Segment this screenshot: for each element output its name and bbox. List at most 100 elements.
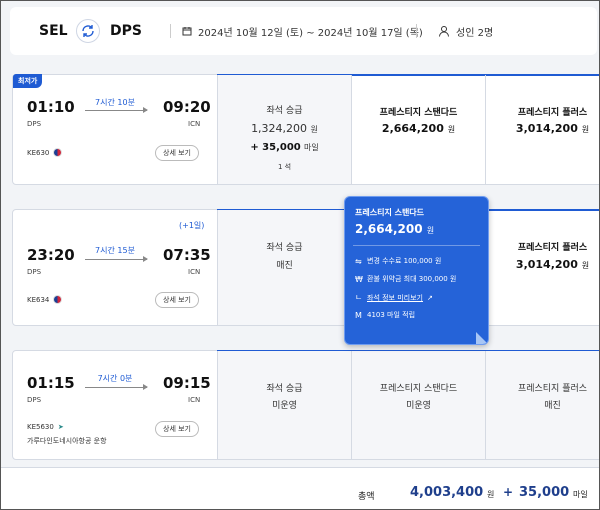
fare-class: 프레스티지 플러스: [517, 108, 588, 118]
fare-price: 3,014,200 원: [486, 258, 599, 271]
passenger-text: 성인 2명: [456, 27, 494, 39]
total-label: 총액: [358, 492, 375, 502]
flight-card: 01:15 DPS 7시간 0분 09:15 ICN KE5630 ➤ 가루다인…: [12, 350, 599, 460]
flight-duration: 7시간 0분: [97, 374, 133, 383]
fare-status: 매진: [544, 401, 561, 411]
swap-icon[interactable]: [76, 19, 100, 43]
fare-cell-upgrade[interactable]: 좌석 승급 매진: [217, 210, 351, 325]
divider: [170, 24, 171, 38]
corner-fold: [476, 332, 488, 344]
seat-info-link[interactable]: 좌석 정보 미리보기: [367, 293, 423, 303]
popover-price: 2,664,200 원: [355, 222, 434, 236]
detail-button[interactable]: 상세 보기: [155, 421, 199, 437]
change-fee-text: 변경 수수료 100,000 원: [367, 257, 442, 265]
departure-time: 23:20: [27, 246, 75, 264]
divider: [416, 24, 417, 38]
search-summary-header: SEL DPS 2024년 10월 12일 (토) ~ 2024년 10월 17…: [10, 7, 597, 55]
fare-price: 2,664,200 원: [352, 122, 485, 135]
fare-class: 프레스티지 스탠다드: [379, 384, 458, 394]
total-miles: 35,000: [519, 485, 570, 500]
operated-by: 가루다인도네시아항공 운항: [27, 437, 107, 445]
fare-class: 프레스티지 스탠다드: [379, 108, 458, 118]
change-fee: ⇋ 변경 수수료 100,000 원: [355, 256, 441, 266]
external-link-icon: ↗: [426, 293, 433, 302]
person-icon: [438, 25, 450, 37]
korean-air-logo-icon: [53, 295, 63, 304]
refund-fee-text: 환불 위약금 최대 300,000 원: [367, 275, 457, 283]
divider: [353, 245, 480, 246]
flight-card: (+1일) 23:20 DPS 7시간 15분 07:35 ICN KE634 …: [12, 209, 599, 326]
seats-left: 1 석: [277, 163, 292, 171]
refund-fee: ₩ 환불 위약금 최대 300,000 원: [355, 274, 456, 284]
fare-popover: 프레스티지 스탠다드 2,664,200 원 ⇋ 변경 수수료 100,000 …: [344, 196, 489, 345]
popover-price-value: 2,664,200: [355, 222, 423, 236]
flight-number: KE634: [27, 295, 63, 304]
fare-price-value: 2,664,200: [381, 122, 444, 135]
departure-airport: DPS: [27, 268, 42, 276]
next-day-indicator: (+1일): [179, 221, 205, 230]
passenger-count[interactable]: 성인 2명: [438, 24, 493, 39]
arrival-time: 09:20: [163, 98, 211, 116]
fare-class: 좌석 승급: [266, 243, 303, 253]
change-icon: ⇋: [355, 256, 362, 266]
departure-time: 01:15: [27, 374, 75, 392]
travel-dates[interactable]: 2024년 10월 12일 (토) ~ 2024년 10월 17일 (목): [182, 24, 423, 39]
origin-code[interactable]: SEL: [39, 23, 68, 39]
miles-earn: M 4103 마일 적립: [355, 310, 415, 320]
fare-status: 매진: [276, 261, 293, 271]
flight-number-text: KE5630: [27, 423, 54, 431]
detail-button[interactable]: 상세 보기: [155, 145, 199, 161]
arrival-airport: ICN: [188, 396, 201, 404]
total-footer: 총액 4,003,400 원 + 35,000 마일: [1, 467, 599, 509]
fare-cell-prestige-standard[interactable]: 프레스티지 스탠다드 2,664,200 원: [351, 75, 485, 184]
fare-price-value: 3,014,200: [515, 258, 578, 271]
flight-number: KE5630 ➤: [27, 423, 64, 431]
arrow-right-icon: [85, 384, 148, 390]
fare-cell-prestige-plus[interactable]: 프레스티지 플러스 매진: [485, 351, 599, 459]
destination-code[interactable]: DPS: [110, 23, 142, 39]
miles-earn-text: 4103 마일 적립: [367, 311, 416, 319]
fare-miles: + 35,000 마일: [218, 142, 351, 153]
departure-airport: DPS: [27, 396, 42, 404]
arrival-time: 09:15: [163, 374, 211, 392]
seat-icon: ㄴ: [355, 293, 363, 302]
miles-unit: 마일: [573, 490, 588, 499]
flight-number-text: KE634: [27, 295, 50, 304]
currency-unit: 원: [487, 490, 495, 499]
fare-price-value: 3,014,200: [515, 122, 578, 135]
lowest-price-badge: 최저가: [13, 74, 43, 88]
calendar-icon: [182, 26, 192, 36]
flight-duration: 7시간 10분: [95, 98, 135, 107]
currency-unit: 원: [581, 125, 590, 134]
miles-unit: 마일: [303, 143, 319, 152]
total-amount: 4,003,400: [410, 485, 484, 500]
fare-cell-prestige-plus[interactable]: 프레스티지 플러스 3,014,200 원: [485, 210, 599, 325]
flight-number-text: KE630: [27, 148, 50, 157]
seat-info-link-row[interactable]: ㄴ 좌석 정보 미리보기 ↗: [355, 292, 433, 303]
arrow-right-icon: [85, 256, 148, 262]
flight-duration: 7시간 15분: [95, 246, 135, 255]
fare-price-value: 1,324,200: [251, 122, 308, 135]
fare-price: 3,014,200 원: [486, 122, 599, 135]
departure-time: 01:10: [27, 98, 75, 116]
app-frame: SEL DPS 2024년 10월 12일 (토) ~ 2024년 10월 17…: [0, 0, 600, 510]
arrival-airport: ICN: [188, 120, 201, 128]
fare-cell-prestige-standard[interactable]: 프레스티지 스탠다드 미운영: [351, 351, 485, 459]
currency-unit: 원: [426, 226, 435, 235]
currency-unit: 원: [310, 125, 318, 134]
fare-status: 미운영: [406, 401, 431, 411]
fare-cell-upgrade[interactable]: 좌석 승급 1,324,200 원 + 35,000 마일 1 석: [217, 75, 351, 184]
arrival-time: 07:35: [163, 246, 211, 264]
arrow-right-icon: [85, 107, 148, 113]
garuda-logo-icon: ➤: [57, 423, 64, 431]
dates-text: 2024년 10월 12일 (토) ~ 2024년 10월 17일 (목): [198, 27, 423, 39]
fare-miles-value: + 35,000: [250, 142, 301, 153]
flight-card: 최저가 01:10 DPS 7시간 10분 09:20 ICN KE630 상세…: [12, 74, 599, 185]
flight-number: KE630: [27, 148, 63, 157]
arrival-airport: ICN: [188, 268, 201, 276]
korean-air-logo-icon: [53, 148, 63, 157]
detail-button[interactable]: 상세 보기: [155, 292, 199, 308]
fare-class: 좌석 승급: [266, 384, 303, 394]
fare-cell-prestige-plus[interactable]: 프레스티지 플러스 3,014,200 원: [485, 75, 599, 184]
fare-cell-upgrade[interactable]: 좌석 승급 미운영: [217, 351, 351, 459]
